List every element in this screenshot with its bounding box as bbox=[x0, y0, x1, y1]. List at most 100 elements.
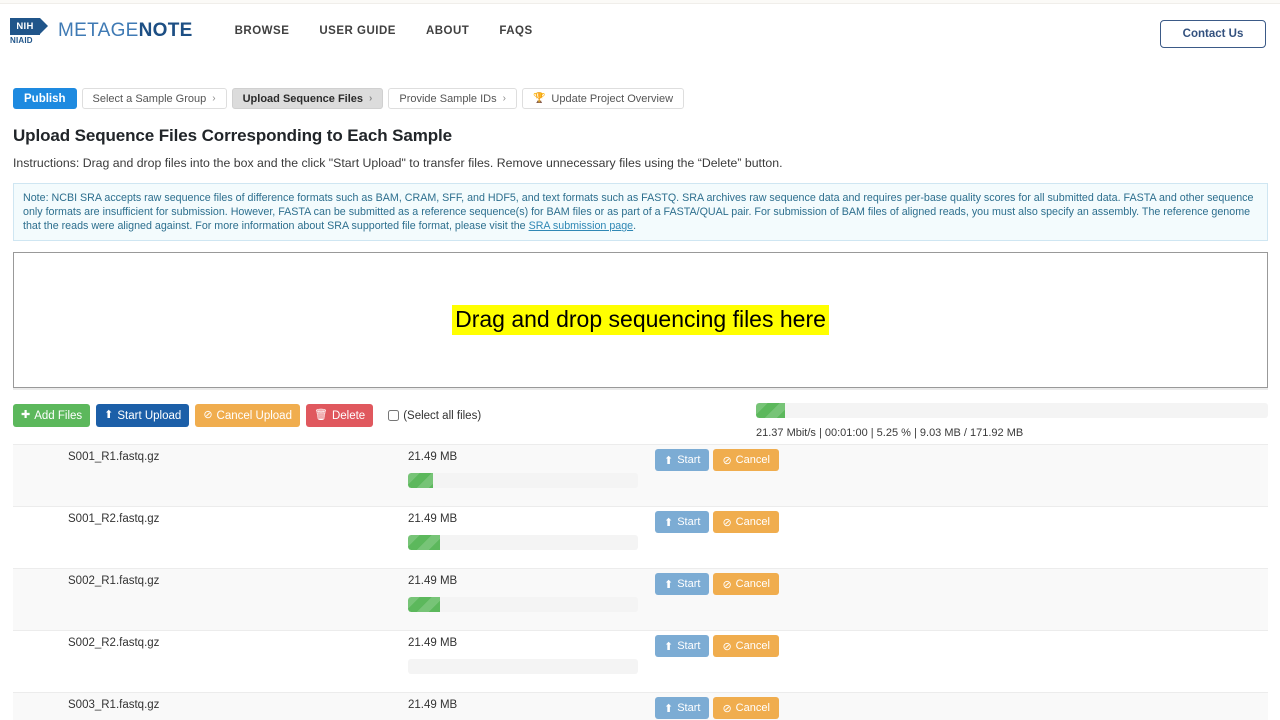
cancel-upload-label: Cancel Upload bbox=[216, 409, 292, 422]
trophy-icon: 🏆 bbox=[532, 93, 546, 104]
chevron-right-icon: › bbox=[502, 93, 506, 104]
file-action-buttons: ⬆ Start ⊘ Cancel bbox=[655, 569, 779, 595]
ban-icon: ⊘ bbox=[722, 640, 732, 653]
nav-item-browse[interactable]: BROWSE bbox=[235, 25, 290, 37]
brand-logo[interactable]: METAGENOTE bbox=[58, 20, 193, 42]
delete-button[interactable]: 🗑 Delete bbox=[305, 404, 374, 427]
file-size: 21.49 MB bbox=[408, 451, 458, 463]
upload-toolbar: ✚ Add Files ⬆ Start Upload ⊘ Cancel Uplo… bbox=[13, 404, 481, 427]
breadcrumb-step-upload-sequence-files[interactable]: Upload Sequence Files › bbox=[231, 88, 384, 109]
file-name: S001_R2.fastq.gz bbox=[68, 513, 160, 525]
ban-icon: ⊘ bbox=[203, 409, 213, 421]
table-row[interactable]: S001_R2.fastq.gz 21.49 MB ⬆ Start ⊘ Cancel bbox=[13, 506, 1268, 568]
file-progress-cell: 21.49 MB bbox=[408, 569, 648, 612]
select-all-files-checkbox[interactable] bbox=[388, 410, 400, 421]
table-row[interactable]: S003_R1.fastq.gz 21.49 MB ⬆ Start ⊘ Cancel bbox=[13, 692, 1268, 720]
file-cancel-button[interactable]: ⊘ Cancel bbox=[713, 511, 779, 533]
file-action-buttons: ⬆ Start ⊘ Cancel bbox=[655, 507, 779, 533]
nih-badge-text: NIH bbox=[16, 20, 34, 32]
file-start-button[interactable]: ⬆ Start bbox=[655, 573, 710, 595]
upload-icon: ⬆ bbox=[664, 702, 674, 715]
breadcrumb-step-label: Provide Sample IDs bbox=[399, 92, 497, 105]
start-upload-label: Start Upload bbox=[117, 409, 182, 422]
file-progress-cell: 21.49 MB bbox=[408, 631, 648, 674]
brand-text-light: METAGE bbox=[58, 20, 139, 41]
nav-item-user-guide[interactable]: USER GUIDE bbox=[319, 25, 396, 37]
publish-button[interactable]: Publish bbox=[13, 88, 77, 109]
file-name: S001_R1.fastq.gz bbox=[68, 451, 160, 463]
file-size: 21.49 MB bbox=[408, 699, 458, 711]
ban-icon: ⊘ bbox=[722, 702, 732, 715]
upload-icon: ⬆ bbox=[104, 409, 114, 421]
file-action-buttons: ⬆ Start ⊘ Cancel bbox=[655, 693, 779, 719]
dropzone-label: Drag and drop sequencing files here bbox=[452, 305, 829, 335]
niaid-label: NIAID bbox=[10, 35, 33, 45]
file-cancel-button[interactable]: ⊘ Cancel bbox=[713, 573, 779, 595]
file-progress-fill bbox=[408, 535, 441, 550]
table-row[interactable]: S001_R1.fastq.gz 21.49 MB ⬆ Start ⊘ Cancel bbox=[13, 444, 1268, 506]
ban-icon: ⊘ bbox=[722, 516, 732, 529]
file-progress-cell: 21.49 MB bbox=[408, 507, 648, 550]
file-start-button[interactable]: ⬆ Start bbox=[655, 635, 710, 657]
file-cancel-button[interactable]: ⊘ Cancel bbox=[713, 697, 779, 719]
upload-icon: ⬆ bbox=[664, 516, 674, 529]
file-cancel-button[interactable]: ⊘ Cancel bbox=[713, 635, 779, 657]
file-start-button[interactable]: ⬆ Start bbox=[655, 511, 710, 533]
file-start-label: Start bbox=[677, 578, 701, 590]
page-instructions: Instructions: Drag and drop files into t… bbox=[13, 156, 783, 170]
table-row[interactable]: S002_R2.fastq.gz 21.49 MB ⬆ Start ⊘ Cancel bbox=[13, 630, 1268, 692]
file-start-label: Start bbox=[677, 640, 701, 652]
file-name: S003_R1.fastq.gz bbox=[68, 699, 160, 711]
file-progress-fill bbox=[408, 473, 434, 488]
global-progress-track bbox=[756, 403, 1268, 418]
breadcrumb-step-update-project-overview[interactable]: 🏆 Update Project Overview bbox=[521, 88, 685, 109]
file-cancel-label: Cancel bbox=[735, 640, 770, 652]
file-progress-track bbox=[408, 535, 638, 550]
file-start-label: Start bbox=[677, 702, 701, 714]
file-cancel-label: Cancel bbox=[735, 702, 770, 714]
file-cancel-label: Cancel bbox=[735, 578, 770, 590]
breadcrumb-step-provide-sample-ids[interactable]: Provide Sample IDs › bbox=[388, 88, 517, 109]
sra-submission-page-link[interactable]: SRA submission page bbox=[529, 220, 634, 232]
file-progress-track bbox=[408, 597, 638, 612]
file-dropzone[interactable]: Drag and drop sequencing files here bbox=[13, 252, 1268, 388]
file-progress-track bbox=[408, 659, 638, 674]
ban-icon: ⊘ bbox=[722, 578, 732, 591]
start-upload-button[interactable]: ⬆ Start Upload bbox=[96, 404, 190, 427]
plus-icon: ✚ bbox=[21, 409, 31, 421]
file-start-button[interactable]: ⬆ Start bbox=[655, 449, 710, 471]
nav-item-about[interactable]: ABOUT bbox=[426, 25, 469, 37]
ban-icon: ⊘ bbox=[722, 454, 732, 467]
upload-icon: ⬆ bbox=[664, 640, 674, 653]
add-files-button[interactable]: ✚ Add Files bbox=[13, 404, 91, 427]
add-files-label: Add Files bbox=[34, 409, 83, 422]
global-progress-status: 21.37 Mbit/s | 00:01:00 | 5.25 % | 9.03 … bbox=[756, 427, 1024, 439]
file-cancel-button[interactable]: ⊘ Cancel bbox=[713, 449, 779, 471]
sra-format-note: Note: NCBI SRA accepts raw sequence file… bbox=[13, 183, 1268, 241]
table-row[interactable]: S002_R1.fastq.gz 21.49 MB ⬆ Start ⊘ Cancel bbox=[13, 568, 1268, 630]
breadcrumb-step-select-sample-group[interactable]: Select a Sample Group › bbox=[81, 88, 227, 109]
breadcrumb-step-label: Select a Sample Group bbox=[92, 92, 207, 105]
delete-label: Delete bbox=[331, 409, 366, 422]
file-action-buttons: ⬆ Start ⊘ Cancel bbox=[655, 445, 779, 471]
brand-text-bold: NOTE bbox=[138, 20, 193, 41]
file-start-label: Start bbox=[677, 454, 701, 466]
nav-item-faqs[interactable]: FAQS bbox=[499, 25, 532, 37]
chevron-right-icon: › bbox=[369, 93, 373, 104]
uploaded-files-list[interactable]: S001_R1.fastq.gz 21.49 MB ⬆ Start ⊘ Cancel S00… bbox=[13, 444, 1268, 720]
breadcrumb: Publish Select a Sample Group › Upload S… bbox=[13, 88, 685, 109]
breadcrumb-step-label: Upload Sequence Files bbox=[242, 92, 364, 105]
main-navigation: BROWSE USER GUIDE ABOUT FAQS bbox=[235, 25, 563, 37]
contact-us-button[interactable]: Contact Us bbox=[1160, 20, 1266, 48]
file-cancel-label: Cancel bbox=[735, 516, 770, 528]
file-progress-cell: 21.49 MB bbox=[408, 693, 648, 720]
nih-niaid-logo[interactable]: NIH NIAID bbox=[10, 13, 48, 49]
breadcrumb-step-label: Update Project Overview bbox=[551, 92, 674, 105]
page-title: Upload Sequence Files Corresponding to E… bbox=[13, 126, 452, 145]
select-all-files-control[interactable]: (Select all files) bbox=[388, 410, 481, 422]
site-header: NIH NIAID METAGENOTE BROWSE USER GUIDE A… bbox=[0, 5, 1280, 57]
file-start-label: Start bbox=[677, 516, 701, 528]
cancel-upload-button[interactable]: ⊘ Cancel Upload bbox=[195, 404, 300, 427]
trash-icon: 🗑 bbox=[313, 409, 328, 421]
file-start-button[interactable]: ⬆ Start bbox=[655, 697, 710, 719]
